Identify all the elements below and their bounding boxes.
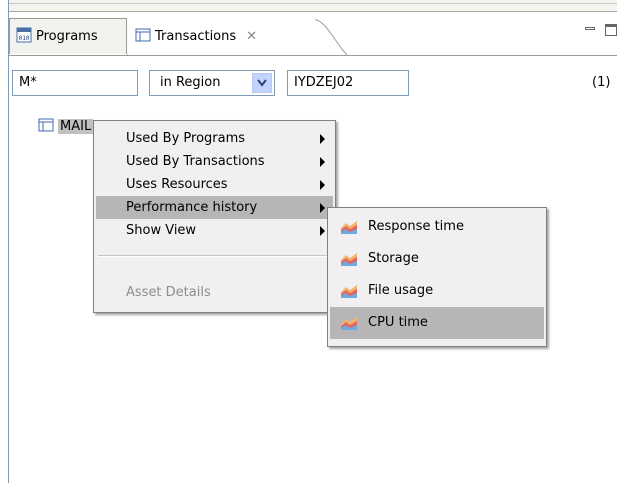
chevron-down-icon[interactable] <box>252 73 272 93</box>
tab-transactions-label: Transactions <box>155 28 237 44</box>
submenu-arrow-icon <box>320 134 325 144</box>
area-chart-icon <box>341 253 357 266</box>
submenu-item-label: CPU time <box>368 315 428 330</box>
menu-item-label: Asset Details <box>126 285 211 300</box>
menu-item-performance-history[interactable]: Performance history <box>96 196 333 219</box>
area-chart-icon <box>341 221 357 234</box>
area-chart-icon <box>341 285 357 298</box>
submenu-item-label: Response time <box>368 219 464 234</box>
scope-dropdown[interactable]: in Region <box>149 70 275 96</box>
region-input[interactable]: IYDZEJ02 <box>287 70 409 96</box>
workbench-top-border <box>8 0 617 12</box>
submenu-item-cpu-time[interactable]: CPU time <box>330 307 544 339</box>
submenu-item-label: Storage <box>368 251 419 266</box>
area-chart-icon <box>341 317 357 330</box>
menu-item-label: Used By Transactions <box>126 154 265 169</box>
transaction-table-icon <box>135 27 151 46</box>
submenu-item-file-usage[interactable]: File usage <box>330 275 544 307</box>
menu-item-label: Show View <box>126 223 197 238</box>
performance-history-submenu: Response time Storage File usage CPU tim… <box>327 207 547 347</box>
menu-separator <box>98 255 331 257</box>
menu-item-show-view[interactable]: Show View <box>96 219 333 242</box>
svg-text:010: 010 <box>19 35 30 42</box>
submenu-item-response-time[interactable]: Response time <box>330 211 544 243</box>
tab-programs-label: Programs <box>36 29 98 44</box>
submenu-item-storage[interactable]: Storage <box>330 243 544 275</box>
menu-item-asset-details: Asset Details <box>96 281 333 304</box>
maximize-icon[interactable] <box>605 24 617 36</box>
tree-item[interactable]: MAIL <box>38 116 94 136</box>
submenu-arrow-icon <box>320 180 325 190</box>
context-menu: Used By Programs Used By Transactions Us… <box>93 120 336 313</box>
menu-item-label: Used By Programs <box>126 131 246 146</box>
menu-item-label: Uses Resources <box>126 177 228 192</box>
program-icon: 010 <box>16 27 32 46</box>
submenu-item-label: File usage <box>368 283 434 298</box>
menu-item-used-by-programs[interactable]: Used By Programs <box>96 127 333 150</box>
menu-item-label: Performance history <box>126 200 258 215</box>
scope-dropdown-value: in Region <box>160 75 221 90</box>
tab-transactions[interactable]: Transactions ✕ <box>127 18 315 54</box>
result-count: (1) <box>592 75 611 90</box>
tab-programs[interactable]: 010 Programs <box>9 18 127 54</box>
tree-item-label: MAIL <box>58 118 94 134</box>
name-filter-input[interactable]: M* <box>12 70 138 96</box>
submenu-arrow-icon <box>320 203 325 213</box>
submenu-arrow-icon <box>320 157 325 167</box>
menu-item-used-by-transactions[interactable]: Used By Transactions <box>96 150 333 173</box>
minimize-icon[interactable] <box>585 27 595 30</box>
transaction-table-icon <box>38 117 54 136</box>
menu-item-uses-resources[interactable]: Uses Resources <box>96 173 333 196</box>
close-icon[interactable]: ✕ <box>246 29 257 44</box>
submenu-arrow-icon <box>320 226 325 236</box>
